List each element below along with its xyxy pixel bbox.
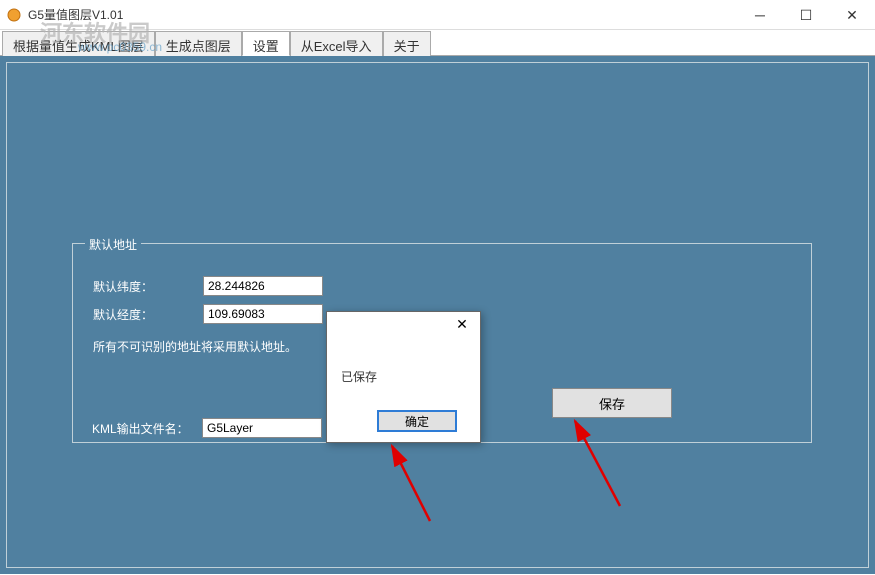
maximize-button[interactable]: ☐: [783, 0, 829, 30]
tab-settings[interactable]: 设置: [242, 31, 290, 56]
content-area: 默认地址 默认纬度： 默认经度： 所有不可识别的地址将采用默认地址。 KML输出…: [0, 56, 875, 574]
tab-strip: 根据量值生成KML图层 生成点图层 设置 从Excel导入 关于: [0, 30, 875, 56]
latitude-row: 默认纬度：: [93, 276, 791, 296]
longitude-input[interactable]: [203, 304, 323, 324]
output-filename-input[interactable]: [202, 418, 322, 438]
close-button[interactable]: ✕: [829, 0, 875, 30]
app-icon: [6, 7, 22, 23]
output-filename-row: KML输出文件名：: [92, 418, 322, 438]
message-dialog: ✕ 已保存 确定: [326, 311, 481, 443]
tab-kml-by-value[interactable]: 根据量值生成KML图层: [2, 31, 155, 56]
tab-about[interactable]: 关于: [383, 31, 431, 56]
tab-excel-import[interactable]: 从Excel导入: [290, 31, 383, 56]
dialog-ok-button[interactable]: 确定: [377, 410, 457, 432]
minimize-button[interactable]: ─: [737, 0, 783, 30]
save-button[interactable]: 保存: [552, 388, 672, 418]
dialog-close-button[interactable]: ✕: [444, 312, 480, 336]
latitude-label: 默认纬度：: [93, 278, 203, 295]
dialog-message: 已保存: [341, 368, 377, 385]
latitude-input[interactable]: [203, 276, 323, 296]
window-title: G5量值图层V1.01: [28, 6, 123, 23]
groupbox-title: 默认地址: [85, 236, 141, 253]
title-bar: G5量值图层V1.01 ─ ☐ ✕: [0, 0, 875, 30]
window-controls: ─ ☐ ✕: [737, 0, 875, 30]
tab-point-layer[interactable]: 生成点图层: [155, 31, 242, 56]
longitude-label: 默认经度：: [93, 306, 203, 323]
output-label: KML输出文件名：: [92, 420, 202, 437]
